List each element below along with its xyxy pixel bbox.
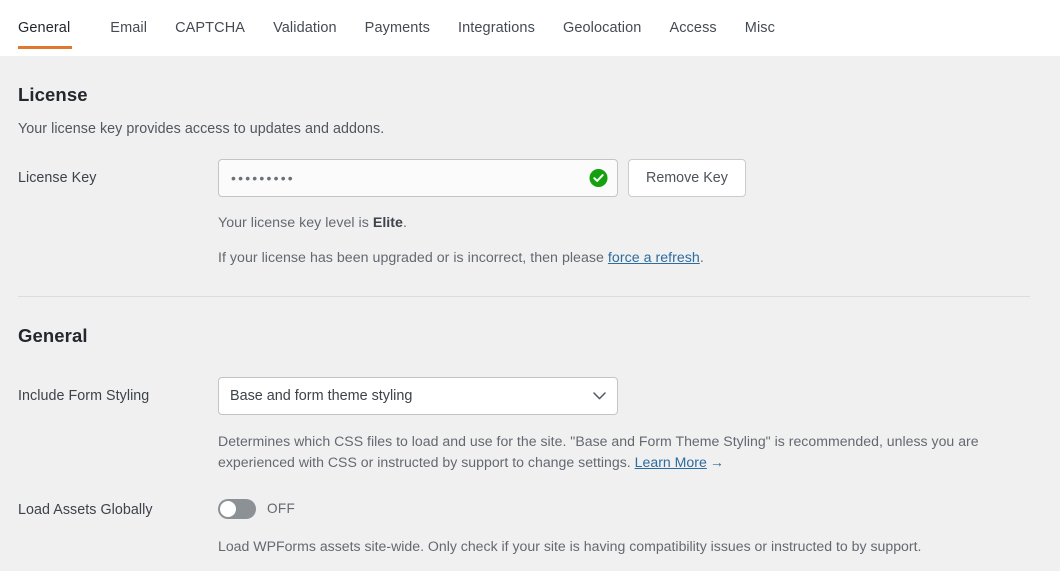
include-form-styling-select-wrap: Base and form theme styling Base styling…	[218, 377, 618, 415]
tab-captcha-label: CAPTCHA	[175, 20, 245, 36]
license-key-input[interactable]	[218, 159, 618, 197]
tab-payments-label: Payments	[365, 20, 430, 36]
force-refresh-link[interactable]: force a refresh	[608, 250, 700, 266]
include-form-styling-field: Base and form theme styling Base styling…	[218, 377, 1030, 472]
general-section-title: General	[18, 297, 1030, 347]
tab-integrations-label: Integrations	[458, 20, 535, 36]
license-key-input-wrap	[218, 159, 618, 197]
license-refresh-prefix: If your license has been upgraded or is …	[218, 250, 608, 266]
license-level-text: Your license key level is Elite.	[218, 197, 1030, 234]
tab-access-label: Access	[669, 20, 716, 36]
active-tab-indicator	[18, 46, 72, 49]
load-assets-globally-description: Load WPForms assets site-wide. Only chec…	[218, 519, 1030, 557]
tab-payments[interactable]: Payments	[351, 0, 444, 56]
license-level-value: Elite	[373, 215, 403, 231]
include-form-styling-description: Determines which CSS files to load and u…	[218, 415, 1030, 472]
license-key-label: License Key	[18, 159, 218, 186]
tab-access[interactable]: Access	[655, 0, 730, 56]
load-assets-toggle-state: OFF	[267, 501, 295, 516]
load-assets-globally-label: Load Assets Globally	[18, 499, 218, 518]
license-refresh-text: If your license has been upgraded or is …	[218, 234, 1030, 269]
tab-email[interactable]: Email	[96, 0, 161, 56]
license-key-line: Remove Key	[218, 159, 1030, 197]
tab-geolocation-label: Geolocation	[563, 20, 642, 36]
tab-general-label: General	[18, 20, 70, 36]
tab-validation[interactable]: Validation	[259, 0, 351, 56]
load-assets-toggle-line: OFF	[218, 499, 1030, 519]
license-key-row: License Key Remove Key	[18, 137, 1030, 268]
include-form-styling-row: Include Form Styling Base and form theme…	[18, 347, 1030, 472]
license-section-title: License	[18, 56, 1030, 106]
include-form-styling-select[interactable]: Base and form theme styling Base styling…	[218, 377, 618, 415]
arrow-right-icon: →	[710, 454, 724, 470]
license-section: License Your license key provides access…	[0, 56, 1048, 268]
general-section: General Include Form Styling Base and fo…	[0, 297, 1048, 556]
learn-more-link[interactable]: Learn More	[635, 454, 707, 470]
include-form-styling-label: Include Form Styling	[18, 377, 218, 404]
tab-validation-label: Validation	[273, 20, 337, 36]
tab-misc-label: Misc	[745, 20, 775, 36]
check-circle-icon	[589, 169, 608, 188]
tab-email-label: Email	[110, 20, 147, 36]
license-level-prefix: Your license key level is	[218, 215, 373, 231]
settings-tab-bar: General Email CAPTCHA Validation Payment…	[0, 0, 1060, 56]
license-refresh-suffix: .	[700, 250, 704, 266]
load-assets-globally-toggle[interactable]	[218, 499, 256, 519]
toggle-knob	[220, 501, 236, 517]
tab-integrations[interactable]: Integrations	[444, 0, 549, 56]
remove-key-button[interactable]: Remove Key	[628, 159, 746, 197]
tab-general[interactable]: General	[18, 0, 84, 56]
tab-captcha[interactable]: CAPTCHA	[161, 0, 259, 56]
load-assets-globally-row: Load Assets Globally OFF Load WPForms as…	[18, 473, 1030, 557]
wpforms-settings-page: General Email CAPTCHA Validation Payment…	[0, 0, 1060, 571]
license-key-field: Remove Key Your license key level is Eli…	[218, 159, 1030, 268]
settings-content: License Your license key provides access…	[0, 56, 1048, 571]
license-section-description: Your license key provides access to upda…	[18, 106, 1030, 137]
tab-misc[interactable]: Misc	[731, 0, 789, 56]
tab-geolocation[interactable]: Geolocation	[549, 0, 656, 56]
license-level-suffix: .	[403, 215, 407, 231]
styling-description-text: Determines which CSS files to load and u…	[218, 433, 979, 470]
load-assets-globally-field: OFF Load WPForms assets site-wide. Only …	[218, 499, 1030, 557]
